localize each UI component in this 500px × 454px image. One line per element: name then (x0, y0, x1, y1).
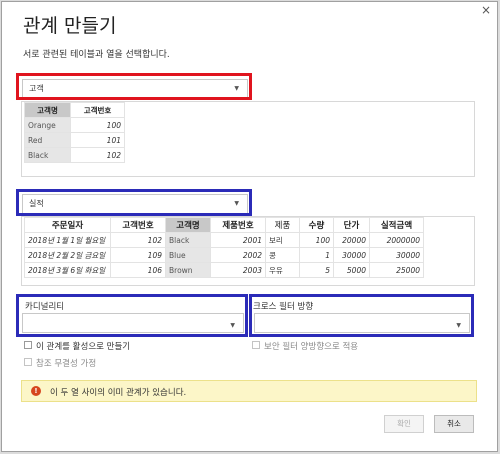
table2-header[interactable]: 고객번호 (110, 217, 166, 233)
table1-cell: Black (24, 147, 71, 163)
table2-header[interactable]: 실적금액 (369, 217, 424, 233)
table2-cell: 2018년 2월 2일 금요일 (24, 247, 111, 263)
highlight-table1 (16, 73, 252, 100)
activate-checkbox[interactable] (24, 341, 32, 349)
table2-cell: 5000 (333, 262, 370, 278)
warning-icon: ! (31, 386, 41, 396)
table2-cell: 30000 (369, 247, 424, 263)
table2-cell: 30000 (333, 247, 370, 263)
table2-cell: 2018년 3월 6일 화요일 (24, 262, 111, 278)
table2-cell: 25000 (369, 262, 424, 278)
table1-preview: 고객명 고객번호 Orange 100 Red 101 Black 102 (21, 101, 475, 177)
table2-cell: 2001 (210, 232, 266, 248)
table1-header[interactable]: 고객번호 (70, 102, 125, 118)
table2-cell: 우유 (265, 262, 300, 278)
table2-cell: 100 (299, 232, 334, 248)
table1-cell: 100 (70, 117, 125, 133)
table1-cell: 101 (70, 132, 125, 148)
table2-cell: 106 (110, 262, 166, 278)
highlight-cross-filter (249, 294, 474, 337)
highlight-table2 (16, 189, 252, 216)
table2-cell: 20000 (333, 232, 370, 248)
table2-cell: 1 (299, 247, 334, 263)
table2-cell: 2018년 1월 1일 월요일 (24, 232, 111, 248)
table2-cell: Blue (165, 247, 211, 263)
table2-cell: 5 (299, 262, 334, 278)
table1-grid: 고객명 고객번호 Orange 100 Red 101 Black 102 (24, 102, 125, 163)
referential-integrity-label: 참조 무결성 가정 (36, 359, 97, 369)
table2-header[interactable]: 수량 (299, 217, 334, 233)
bidirectional-label: 보안 필터 양방향으로 적용 (264, 342, 359, 352)
ok-button[interactable]: 확인 (384, 415, 424, 433)
referential-integrity-checkbox[interactable] (24, 358, 32, 366)
table2-cell: 2002 (210, 247, 266, 263)
create-relationship-dialog: × 관계 만들기 서로 관련된 테이블과 열을 선택합니다. 고객 ▼ 고객명 … (1, 1, 498, 452)
dialog-subtitle: 서로 관련된 테이블과 열을 선택합니다. (23, 50, 170, 60)
bidirectional-checkbox[interactable] (252, 341, 260, 349)
table1-header[interactable]: 고객명 (24, 102, 71, 118)
table1-cell: 102 (70, 147, 125, 163)
warning-banner: ! 이 두 열 사이의 이미 관계가 있습니다. (21, 380, 477, 402)
table2-cell: Black (165, 232, 211, 248)
dialog-title: 관계 만들기 (23, 15, 117, 37)
table2-preview: 주문일자 고객번호 고객명 제품번호 제품 수량 단가 실적금액 2018년 1… (21, 216, 475, 286)
warning-text: 이 두 열 사이의 이미 관계가 있습니다. (50, 388, 187, 398)
table2-header[interactable]: 제품 (265, 217, 300, 233)
table2-header[interactable]: 주문일자 (24, 217, 111, 233)
activate-label: 이 관계를 활성으로 만들기 (36, 342, 131, 352)
close-icon[interactable]: × (481, 4, 491, 16)
table2-header[interactable]: 단가 (333, 217, 370, 233)
table2-cell: 2000000 (369, 232, 424, 248)
table2-header[interactable]: 제품번호 (210, 217, 266, 233)
table2-header[interactable]: 고객명 (165, 217, 211, 233)
table2-cell: 2003 (210, 262, 266, 278)
table1-cell: Red (24, 132, 71, 148)
highlight-cardinality (16, 294, 248, 337)
table2-cell: 109 (110, 247, 166, 263)
table2-grid: 주문일자 고객번호 고객명 제품번호 제품 수량 단가 실적금액 2018년 1… (24, 217, 424, 278)
table2-cell: 102 (110, 232, 166, 248)
table1-cell: Orange (24, 117, 71, 133)
cancel-button[interactable]: 취소 (434, 415, 474, 433)
table2-cell: 콩 (265, 247, 300, 263)
table2-cell: Brown (165, 262, 211, 278)
table2-cell: 보리 (265, 232, 300, 248)
